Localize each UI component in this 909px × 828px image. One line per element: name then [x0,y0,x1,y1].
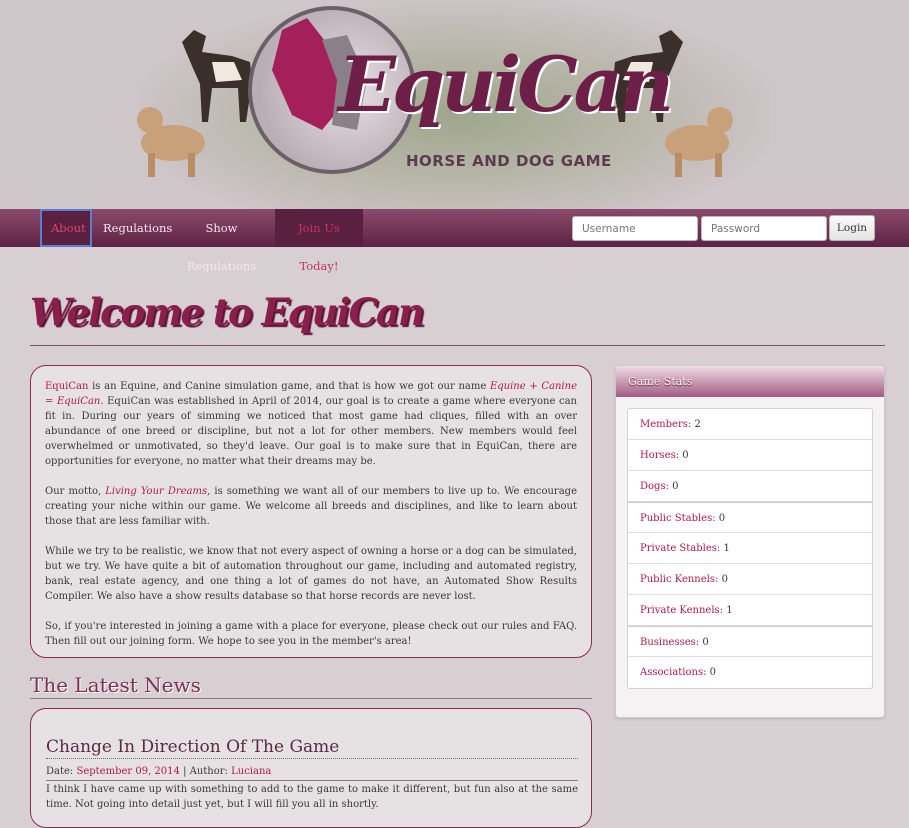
about-paragraph-1: EquiCan is an Equine, and Canine simulat… [45,381,577,467]
news-post-meta: Date: September 09, 2014 | Author: Lucia… [46,766,272,777]
nav-about[interactable]: About [40,209,92,247]
username-input[interactable] [572,216,698,241]
news-post-title[interactable]: Change In Direction Of The Game [46,737,339,757]
stat-horses: Horses: 0 [628,440,872,471]
motto: Living Your Dreams [105,486,208,497]
stat-private-stables: Private Stables: 1 [628,533,872,564]
stat-public-stables: Public Stables: 0 [628,502,872,533]
stat-associations: Associations: 0 [640,667,717,678]
password-input[interactable] [701,216,827,241]
login-button[interactable]: Login [829,215,875,241]
about-paragraph-3: While we try to be realistic, we know th… [45,546,577,602]
dog-illustration-right [665,107,733,177]
game-stats-list: Members: 2 Horses: 0 Dogs: 0 Public Stab… [627,408,873,689]
divider [30,345,885,346]
stat-public-kennels: Public Kennels: 0 [628,564,872,595]
stat-members: Members: 2 [628,409,872,440]
stat-private-kennels: Private Kennels: 1 [628,595,872,626]
stat-dogs: Dogs: 0 [628,471,872,502]
game-stats-panel: Game Stats Members: 2 Horses: 0 Dogs: 0 … [615,365,885,718]
logo-tagline: HORSE AND DOG GAME [406,152,612,170]
nav-join-us[interactable]: Join Us Today! [275,209,363,273]
logo-wordmark: EquiCan [338,40,674,129]
nav-regulations[interactable]: Regulations [94,209,172,247]
about-panel: EquiCan is an Equine, and Canine simulat… [30,365,592,658]
news-post-author[interactable]: Luciana [231,766,271,777]
stat-businesses: Businesses: 0 [628,626,872,657]
about-paragraph-2: Our motto, Living Your Dreams, is someth… [45,486,577,527]
equican-link[interactable]: EquiCan [45,381,88,392]
divider [46,780,578,781]
site-banner: EquiCan HORSE AND DOG GAME [0,0,909,210]
news-post: Change In Direction Of The Game Date: Se… [30,708,592,828]
divider [30,698,592,699]
news-heading: The Latest News [30,673,201,697]
about-paragraph-4: So, if you're interested in joining a ga… [45,621,577,647]
game-stats-title: Game Stats [616,366,884,397]
nav-show-regulations[interactable]: Show Regulations [171,209,272,273]
news-post-date[interactable]: September 09, 2014 [76,766,179,777]
divider [46,758,578,760]
news-post-body: I think I have came up with something to… [46,784,578,810]
welcome-heading: Welcome to EquiCan [30,290,425,334]
dog-illustration-left [137,107,205,177]
